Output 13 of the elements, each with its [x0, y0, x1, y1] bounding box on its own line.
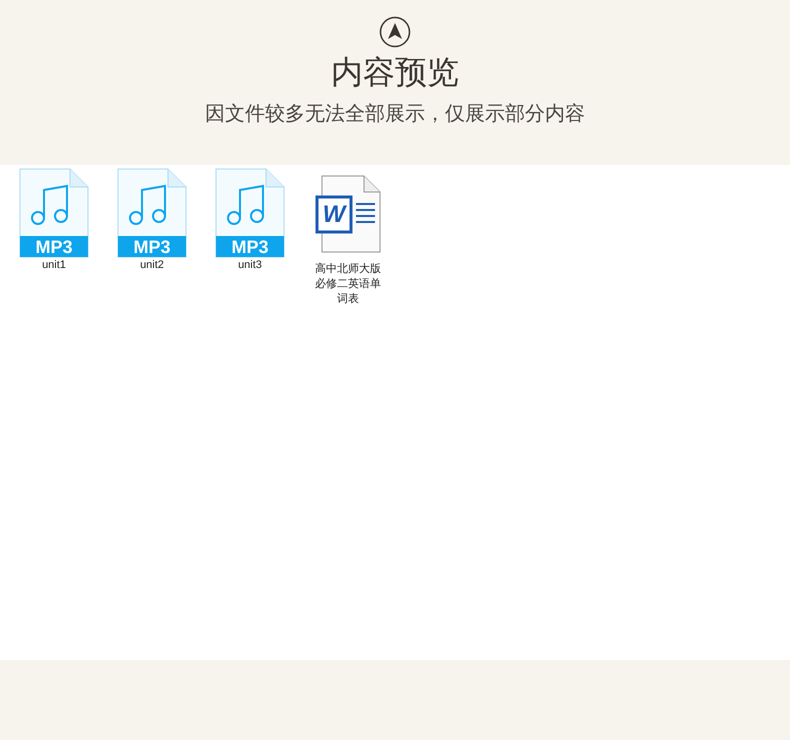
file-name: unit3 — [238, 258, 262, 273]
file-name: unit2 — [140, 258, 164, 273]
logo-letter: W — [322, 200, 348, 230]
file-name: unit1 — [42, 258, 66, 273]
section-title: 内容预览 — [331, 52, 459, 92]
music-file-icon — [18, 168, 90, 258]
music-file-icon — [116, 168, 188, 258]
file-type-label: MP3 — [132, 237, 172, 257]
preview-notice: 因文件较多无法全部展示，仅展示部分内容 — [205, 100, 585, 126]
music-file-icon — [214, 168, 286, 258]
file-name: 高中北师大版必修二英语单词表 — [314, 262, 382, 307]
file-type-label: MP3 — [34, 237, 74, 257]
file-type-label: MP3 — [230, 237, 270, 257]
